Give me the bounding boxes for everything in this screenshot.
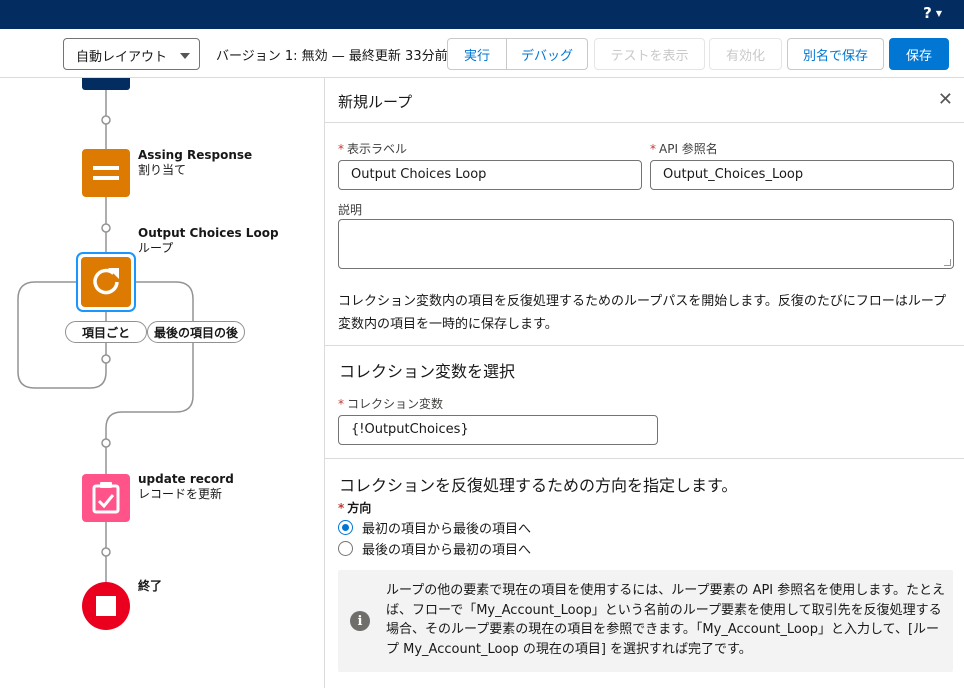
assignment-node[interactable]	[82, 149, 130, 197]
add-element-connector[interactable]	[101, 223, 111, 233]
label-input[interactable]: Output Choices Loop	[338, 160, 642, 190]
stop-icon	[96, 596, 116, 616]
update-record-node[interactable]	[82, 474, 130, 522]
add-element-connector[interactable]	[101, 354, 111, 364]
direction-option-label: 最初の項目から最後の項目へ	[362, 522, 532, 537]
branch-for-each-item[interactable]: 項目ごと	[65, 321, 147, 343]
direction-option-first-to-last[interactable]: 最初の項目から最後の項目へ	[338, 518, 531, 537]
required-marker: *	[338, 397, 344, 411]
chevron-down-icon	[180, 53, 190, 59]
description-label: 説明	[338, 203, 363, 217]
update-node-type: レコードを更新	[138, 487, 223, 501]
equals-icon	[93, 166, 119, 170]
flow-toolbar: 自動レイアウト バージョン 1: 無効 — 最終更新 33分前 実行 デバッグ …	[0, 29, 964, 78]
section-divider	[325, 345, 964, 346]
api-name-input[interactable]: Output_Choices_Loop	[650, 160, 954, 190]
update-node-title: update record	[138, 472, 234, 486]
info-icon: i	[350, 611, 370, 631]
save-button[interactable]: 保存	[889, 38, 949, 70]
flow-canvas[interactable]: Assing Response 割り当て Output Choices Loop…	[0, 78, 324, 688]
direction-label: * 方向	[338, 499, 371, 516]
required-marker: *	[338, 501, 345, 515]
update-node-label: update record レコードを更新	[138, 472, 234, 502]
required-marker: *	[650, 142, 656, 156]
required-marker: *	[338, 142, 344, 156]
direction-option-label: 最後の項目から最初の項目へ	[362, 543, 532, 558]
description-textarea[interactable]	[338, 219, 954, 269]
global-header: ? ▼	[0, 0, 964, 29]
info-callout-text: ループの他の要素で現在の項目を使用するには、ループ要素の API 参照名を使用し…	[386, 583, 945, 657]
radio-selected-icon[interactable]	[338, 520, 353, 535]
panel-header: 新規ループ ✕	[325, 78, 964, 123]
branch-after-last-item[interactable]: 最後の項目の後	[147, 321, 245, 343]
info-callout: i ループの他の要素で現在の項目を使用するには、ループ要素の API 参照名を使…	[338, 570, 953, 672]
loop-properties-panel: 新規ループ ✕ * 表示ラベル Output Choices Loop * API …	[324, 78, 964, 688]
chevron-down-icon: ▼	[935, 8, 942, 18]
label-field-label: * 表示ラベル	[338, 140, 407, 157]
api-name-field-label: * API 参照名	[650, 140, 718, 157]
run-button[interactable]: 実行	[447, 38, 507, 70]
layout-select-value: 自動レイアウト	[76, 50, 168, 65]
add-element-connector[interactable]	[101, 547, 111, 557]
collection-field-label-text: コレクション変数	[347, 397, 444, 411]
view-tests-button[interactable]: テストを表示	[594, 38, 705, 70]
layout-select[interactable]: 自動レイアウト	[63, 38, 200, 70]
direction-section-title: コレクションを反復処理するための方向を指定します。	[339, 476, 738, 495]
loop-node-title: Output Choices Loop	[138, 226, 279, 240]
direction-label-text: 方向	[347, 501, 372, 515]
collection-field-label: * コレクション変数	[338, 395, 443, 412]
radio-unselected-icon[interactable]	[338, 541, 353, 556]
resize-handle-icon[interactable]	[944, 259, 951, 266]
loop-node-type: ループ	[138, 241, 174, 255]
loop-node-label: Output Choices Loop ループ	[138, 226, 279, 256]
add-element-connector[interactable]	[101, 115, 111, 125]
close-icon[interactable]: ✕	[938, 89, 953, 110]
label-field-label-text: 表示ラベル	[347, 142, 408, 156]
collection-variable-input[interactable]: {!OutputChoices}	[338, 415, 658, 445]
help-menu[interactable]: ? ▼	[923, 4, 942, 22]
end-node-label: 終了	[138, 579, 162, 594]
help-icon[interactable]: ?	[923, 4, 932, 22]
end-node-title: 終了	[138, 579, 163, 593]
api-name-field-label-text: API 参照名	[659, 142, 718, 156]
assignment-node-type: 割り当て	[138, 163, 187, 177]
loop-description-help: コレクション変数内の項目を反復処理するためのループパスを開始します。反復のたびに…	[338, 294, 947, 332]
assignment-node-label: Assing Response 割り当て	[138, 148, 252, 178]
save-as-button[interactable]: 別名で保存	[787, 38, 884, 70]
collection-section-title: コレクション変数を選択	[339, 362, 516, 381]
activate-button[interactable]: 有効化	[709, 38, 782, 70]
section-divider	[325, 458, 964, 459]
version-status: バージョン 1: 無効 — 最終更新 33分前	[216, 49, 448, 64]
assignment-node-title: Assing Response	[138, 148, 253, 162]
panel-title: 新規ループ	[338, 93, 413, 111]
previous-node[interactable]	[82, 78, 130, 90]
direction-option-last-to-first[interactable]: 最後の項目から最初の項目へ	[338, 539, 531, 558]
loop-node[interactable]	[81, 257, 131, 307]
add-element-connector[interactable]	[101, 438, 111, 448]
debug-button[interactable]: デバッグ	[506, 38, 588, 70]
